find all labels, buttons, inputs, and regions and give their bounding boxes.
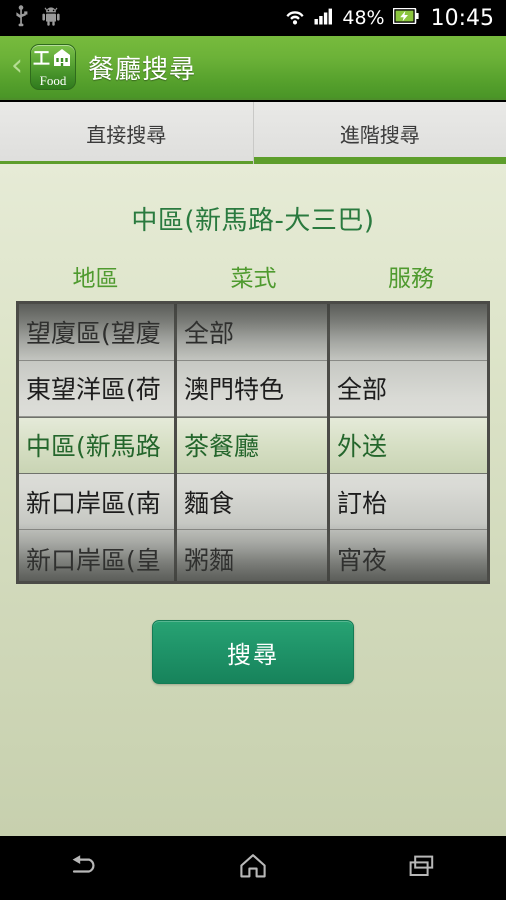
three-column-picker[interactable]: 望廈區(望廈 東望洋區(荷 中區(新馬路 新口岸區(南 新口岸區(皇 全部 澳門…: [16, 301, 490, 584]
column-header-service: 服務: [388, 266, 434, 292]
tab-bar: 直接搜尋 進階搜尋: [0, 102, 506, 164]
main-content: 中區(新馬路-大三巴) 地區 菜式 服務 望廈區(望廈 東望洋區(荷 中區(新馬…: [0, 164, 506, 836]
app-logo-gong-char: 工: [33, 48, 50, 69]
tab-advanced-search-underline: [253, 157, 506, 164]
back-arrow-icon: [67, 853, 101, 883]
tab-direct-search[interactable]: 直接搜尋: [0, 102, 253, 164]
status-bar: 48% 10:45: [0, 0, 506, 36]
picker-item-selected[interactable]: 外送: [330, 417, 487, 474]
app-logo-icon: 工 Food: [30, 44, 76, 90]
app-logo-top: 工: [31, 47, 75, 71]
back-button[interactable]: ‹: [6, 51, 28, 81]
android-icon: [42, 6, 60, 30]
page-title: 餐廳搜尋: [88, 54, 197, 85]
picker-item[interactable]: 望廈區(望廈: [19, 304, 174, 361]
tab-direct-search-label: 直接搜尋: [86, 122, 167, 147]
battery-charging-icon: [392, 7, 419, 28]
app-bar: ‹ 工 Food 餐廳搜尋: [0, 36, 506, 100]
picker-item[interactable]: 全部: [177, 304, 327, 361]
app-logo-food-text: Food: [39, 73, 67, 88]
home-icon: [238, 852, 268, 884]
selection-heading: 中區(新馬路-大三巴): [131, 206, 375, 236]
column-header-district: 地區: [72, 266, 119, 292]
status-bar-left-icons: [14, 5, 60, 31]
building-icon: [51, 46, 73, 72]
wifi-icon: [284, 7, 306, 29]
status-bar-clock: 10:45: [430, 5, 494, 31]
picker-item[interactable]: 新口岸區(南: [19, 474, 174, 531]
picker-item[interactable]: 全部: [330, 361, 487, 418]
android-navigation-bar: [0, 836, 506, 900]
picker-item[interactable]: 新口岸區(皇: [19, 530, 174, 581]
search-button[interactable]: 搜尋: [152, 620, 354, 684]
tab-advanced-search[interactable]: 進階搜尋: [252, 102, 506, 164]
phone-screen: 48% 10:45 ‹ 工 Food 餐廳搜尋 直接搜尋 進階搜尋 中區(新馬路…: [0, 0, 506, 900]
picker-item[interactable]: 東望洋區(荷: [19, 361, 174, 418]
tab-advanced-search-label: 進階搜尋: [339, 122, 420, 147]
nav-home-button[interactable]: [169, 836, 338, 900]
picker-item[interactable]: 澳門特色: [177, 361, 327, 418]
picker-item[interactable]: [330, 304, 487, 361]
picker-column-cuisine[interactable]: 全部 澳門特色 茶餐廳 麵食 粥麵: [174, 304, 327, 581]
status-bar-right-icons: 48% 10:45: [284, 6, 494, 31]
column-header-cuisine: 菜式: [230, 266, 277, 292]
picker-item[interactable]: 訂枱: [330, 474, 487, 531]
picker-column-headers: 地區 菜式 服務: [0, 259, 506, 293]
picker-item-selected[interactable]: 中區(新馬路: [19, 417, 174, 474]
picker-columns: 望廈區(望廈 東望洋區(荷 中區(新馬路 新口岸區(南 新口岸區(皇 全部 澳門…: [19, 304, 487, 581]
picker-item[interactable]: 麵食: [177, 474, 327, 531]
usb-icon: [14, 5, 28, 31]
search-button-row: 搜尋: [0, 620, 506, 684]
picker-item[interactable]: 宵夜: [330, 530, 487, 581]
picker-item-selected[interactable]: 茶餐廳: [177, 417, 327, 474]
nav-recents-button[interactable]: [337, 836, 506, 900]
picker-item[interactable]: 粥麵: [177, 530, 327, 581]
nav-back-button[interactable]: [0, 836, 169, 900]
battery-percent-label: 48%: [342, 7, 385, 29]
picker-column-service[interactable]: 全部 外送 訂枱 宵夜: [327, 304, 487, 581]
signal-bars-icon: [314, 7, 334, 29]
picker-column-district[interactable]: 望廈區(望廈 東望洋區(荷 中區(新馬路 新口岸區(南 新口岸區(皇: [19, 304, 174, 581]
recents-icon: [407, 853, 437, 883]
